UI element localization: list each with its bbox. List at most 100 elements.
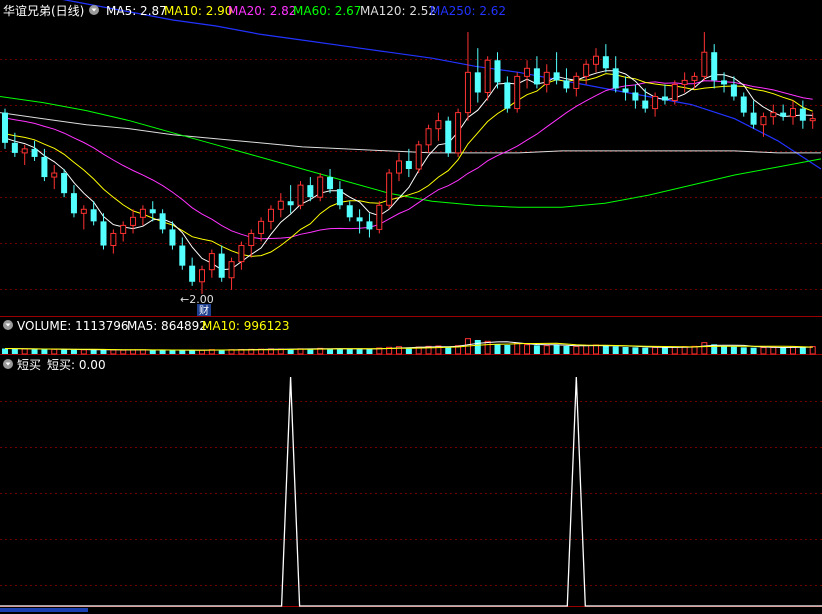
volume-bar-down (602, 345, 609, 354)
candle-body-down (179, 245, 186, 266)
candle-body-up (583, 63, 590, 77)
candle-body-down (721, 80, 728, 85)
volume-bar-up (484, 340, 491, 355)
candle-body-down (41, 156, 48, 178)
candle-body-down (307, 185, 314, 198)
candle-body-down (189, 265, 196, 282)
volume-bar-down (622, 347, 629, 354)
candle-body-up (297, 184, 304, 206)
ma20-label: MA20: 2.82 (228, 4, 296, 18)
chart-frame (0, 316, 822, 607)
volume-bar-up (514, 342, 521, 355)
candle-body-up (790, 108, 796, 118)
candle-body-up (514, 75, 521, 110)
candle-body-up (376, 204, 383, 230)
volume-bar-down (90, 349, 97, 354)
volume-bar-down (41, 349, 48, 354)
volume-bar-down (366, 348, 373, 354)
volume-bar-up (21, 348, 28, 355)
volume-bar-up (80, 349, 87, 355)
volume-bar-down (799, 346, 806, 354)
indicator-line (0, 376, 822, 607)
volume-bar-up (770, 346, 777, 355)
volume-bar-down (721, 346, 728, 354)
volume-bar-up (790, 346, 796, 355)
candle-body-down (780, 112, 787, 117)
candle-body-down (711, 52, 718, 81)
candle-body-up (386, 172, 393, 206)
candle-body-up (425, 128, 432, 146)
ma120-label: MA120: 2.52 (360, 4, 436, 18)
candle-body-up (652, 96, 659, 110)
volume-bar-up (681, 346, 688, 355)
candle-body-up (455, 112, 462, 154)
volume-value-label: VOLUME: 1113796 (17, 319, 129, 333)
volume-bar-down (632, 347, 639, 354)
candle-body-up (51, 172, 58, 178)
candle-body-up (317, 176, 324, 198)
candle-body-up (267, 208, 274, 222)
ma60-label: MA60: 2.67 (293, 4, 361, 18)
volume-bar-down (474, 340, 481, 354)
candle-body-down (474, 72, 481, 93)
volume-bar-down (661, 347, 668, 354)
candle-body-down (159, 213, 166, 230)
candlestick-series (2, 32, 816, 294)
candle-body-up (80, 208, 87, 214)
volume-bar-down (61, 349, 68, 354)
volume-bar-down (494, 344, 501, 354)
scrollbar-thumb[interactable] (0, 608, 88, 612)
volume-bar-up (110, 349, 117, 355)
candle-body-up (573, 75, 580, 89)
volume-bar-down (169, 350, 176, 354)
volume-bar-down (780, 347, 787, 354)
volume-bar-up (573, 345, 580, 355)
stock-name-title: 华谊兄弟(日线) (3, 3, 84, 18)
candle-body-down (11, 142, 18, 153)
volume-bar-down (553, 345, 560, 354)
candle-body-down (287, 201, 294, 206)
candle-body-down (553, 72, 560, 81)
volume-bar-down (189, 350, 196, 354)
finance-badge-label: 财 (199, 304, 209, 317)
volume-bar-down (149, 350, 156, 354)
volume-bar-down (533, 345, 540, 354)
candle-body-up (435, 120, 442, 130)
candle-body-up (130, 216, 137, 226)
volume-legend: VOLUME: 1113796 MA5: 864892 MA10: 996123 (17, 319, 290, 333)
candle-body-up (199, 269, 205, 283)
candle-body-up (396, 160, 402, 174)
candle-body-down (31, 148, 38, 157)
ma250-label: MA250: 2.62 (430, 4, 506, 18)
ma5-label: MA5: 2.87 (106, 4, 167, 18)
volume-bar-up (139, 349, 146, 355)
volume-bar-up (760, 346, 767, 355)
volume-bar-up (809, 346, 816, 355)
candle-body-down (799, 108, 806, 121)
candle-body-down (149, 209, 156, 214)
candle-body-down (661, 96, 668, 101)
candle-body-down (612, 68, 619, 89)
candle-body-down (445, 120, 452, 153)
indicator-series (0, 376, 822, 607)
candle-body-up (691, 75, 698, 81)
candle-body-down (622, 88, 629, 93)
volume-bar-down (179, 350, 186, 354)
candle-body-down (100, 221, 107, 246)
candle-body-down (642, 100, 649, 109)
ma120-line (0, 112, 821, 154)
volume-bar-up (583, 344, 590, 355)
candle-body-up (593, 55, 599, 65)
candle-body-up (277, 200, 284, 210)
volume-bar-down (740, 347, 747, 354)
volume-bar-down (642, 347, 649, 354)
candle-body-down (494, 60, 501, 83)
candle-body-down (327, 177, 334, 190)
candle-body-down (740, 96, 747, 113)
stock-chart-canvas: 华谊兄弟(日线) MA5: 2.87 MA10: 2.90 MA20: 2.82… (0, 0, 822, 612)
candle-body-up (21, 148, 28, 154)
indicator-name: 短买 (17, 358, 41, 372)
candle-body-up (770, 112, 777, 118)
indicator-legend: 短买 短买: 0.00 (17, 358, 106, 372)
volume-bar-down (159, 350, 166, 354)
